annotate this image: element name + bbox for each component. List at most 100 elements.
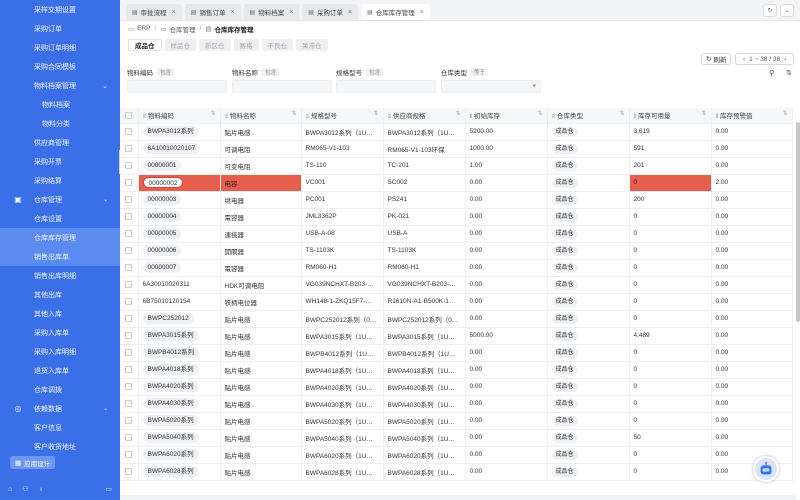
sidebar-item[interactable]: 物料档案 [0,95,120,114]
filter-input[interactable] [336,80,436,93]
sort-filter-icon[interactable]: ⇅ [455,110,460,117]
sidebar-item[interactable]: 采购结算 [0,171,120,190]
filter-operator-tag[interactable]: 包含 [366,68,384,76]
sidebar-item[interactable]: 采样交期设置 [0,0,120,19]
tab-item[interactable]: ▤ 销售订单 × [184,4,241,20]
sidebar-item[interactable]: 退货入库单 [0,361,120,380]
user-icon[interactable]: ⚇ [22,485,28,493]
table-row[interactable]: 00000002 电容 VC001 SC002 0.00 成品仓 0 2.00 [120,174,793,192]
row-checkbox[interactable] [125,246,133,254]
column-header[interactable]: ≡ 规格型号 ⇅ [301,108,384,124]
sidebar-item[interactable]: 其他出库 [0,285,120,304]
sort-filter-icon[interactable]: ⇅ [701,110,706,117]
app-design-button[interactable]: ▦ 应用设计 [10,456,56,469]
filter-input[interactable] [127,80,227,93]
material-code-pill[interactable]: BWPA4020系列 [142,381,199,392]
material-code-pill[interactable]: 00000002 [142,177,184,188]
table-row[interactable]: BWPA5020系列 贴片电感 BWPA5020系列（1U… BWPA5020系列（1… [120,412,793,430]
ai-assistant-button[interactable] [753,456,779,482]
table-row[interactable]: BWPB4012系列 贴片电感 BWPB4012系列（1U… BWPB4012系列（1… [120,344,793,362]
material-code-pill[interactable]: 00000007 [142,262,182,273]
sidebar-item[interactable]: 仓库调拨 [0,380,120,399]
table-row[interactable]: 6B75010120154 铁柄电位器 WH148-1-ZKQ15F7-… R1610… [120,293,793,311]
row-checkbox[interactable] [125,433,133,441]
sidebar-item[interactable]: 销售出库单 [0,247,120,266]
sort-icon[interactable]: ⇅ [786,69,792,77]
select-all-checkbox[interactable] [125,111,133,119]
material-code-pill[interactable]: 00000001 [142,160,182,171]
table-row[interactable]: BWPA4018系列 贴片电感 BWPA4018系列（1U… BWPA4018系列（1… [120,361,793,379]
table-row[interactable]: BWPA3015系列 贴片电感 BWPA3015系列（1U… BWPA3015系列（1… [120,327,793,345]
column-header[interactable]: ≡ 物料编码 ⇅ [138,108,221,124]
tab-item[interactable]: ▤ 仓库库存管理 × [361,4,430,20]
sidebar-item[interactable]: 仓库库存管理 [0,228,120,247]
warehouse-type-tab[interactable]: 成品仓 [128,38,162,51]
sidebar-item[interactable]: ▣ 仓库管理 ⌄ [0,190,120,209]
refresh-button[interactable]: ↻ 刷新 [701,53,732,65]
collapse-sidebar-icon[interactable]: ▭ [105,485,112,493]
row-checkbox[interactable] [125,399,133,407]
vertical-scrollbar[interactable] [796,122,800,322]
material-code-pill[interactable]: BWPC252012 [142,313,194,324]
row-checkbox[interactable] [125,467,133,475]
material-code-pill[interactable]: 6A10010020107 [142,143,201,154]
column-header[interactable]: ≡ 供应商规格 ⇅ [383,108,466,124]
column-header[interactable]: ‖ 初始库存 ⇅ [465,108,548,124]
row-checkbox[interactable] [125,195,133,203]
filter-operator-tag[interactable]: 等于 [471,68,489,76]
sidebar-item[interactable]: 采购入库单 [0,323,120,342]
material-code-pill[interactable]: 00000004 [142,211,182,222]
sidebar-item[interactable]: 采购开票 [0,152,120,171]
table-row[interactable]: BWPA3012系列 贴片电感 BWPA3012系列（1U… BWPA3012系列（1… [120,123,793,141]
column-header[interactable]: ≡ 物料名称 ⇅ [220,108,302,124]
row-checkbox[interactable] [125,365,133,373]
warehouse-type-tab[interactable]: 新区仓 [199,38,231,51]
table-row[interactable]: 6A10010020107 可调电阻 RM065-V1-103 RM065-V1-10… [120,140,793,158]
tab-item[interactable]: ▤ 采购订单 × [302,4,359,20]
row-checkbox[interactable] [125,297,133,305]
material-code-pill[interactable]: BWPA5020系列 [142,415,199,426]
next-page-button[interactable]: › [784,56,786,63]
material-code-pill[interactable]: BWPA6028系列 [142,466,199,477]
table-row[interactable]: 00000003 继电器 PC001 PS241 0.00 成品仓 200 0.00 [120,191,793,209]
row-checkbox[interactable] [125,263,133,271]
table-row[interactable]: BWPA5040系列 贴片电感 BWPA5040系列（1U… BWPA5040系列（1… [120,429,793,447]
filter-select[interactable] [441,80,541,93]
material-code-pill[interactable]: BWPA4030系列 [142,398,199,409]
breadcrumb-root[interactable]: ERP [137,25,150,32]
sidebar-item[interactable]: 销售出库明细 [0,266,120,285]
close-icon[interactable]: × [230,9,234,16]
table-row[interactable]: 6A30010020311 HDK可调电阻 VG039NCHXT-B203-… VG0… [120,276,793,294]
sidebar-item[interactable]: 物料分类 [0,114,120,133]
sidebar-item[interactable]: 其他入库 [0,304,120,323]
sidebar-item[interactable]: 供应商管理 [0,133,120,152]
reload-tab-button[interactable]: ↻ [763,4,777,17]
row-checkbox[interactable] [125,161,133,169]
row-checkbox[interactable] [125,212,133,220]
sidebar-item[interactable]: 采购入库明细 [0,342,120,361]
sidebar-item[interactable]: 采购合同模板 [0,57,120,76]
row-checkbox[interactable] [125,348,133,356]
table-row[interactable]: BWPA4030系列 贴片电感 BWPA4030系列（1U… BWPA4030系列（1… [120,395,793,413]
sidebar-item[interactable]: 客户信息 [0,418,120,437]
notification-icon[interactable]: ♁ [39,486,44,493]
close-icon[interactable]: × [172,9,176,16]
tab-item[interactable]: ▤ 物料档案 × [243,4,300,20]
close-icon[interactable]: × [420,9,424,16]
material-code-pill[interactable]: BWPA6020系列 [142,449,199,460]
row-checkbox[interactable] [125,144,133,152]
column-header[interactable]: ‖ 库存可用量 ⇅ [629,108,712,124]
sort-filter-icon[interactable]: ⇅ [291,110,296,117]
table-row[interactable]: 00000006 開關器 TS-1103K TS-1103K 0.00 成品仓 0 0.00 [120,242,793,260]
material-code-pill[interactable]: BWPA5040系列 [142,432,199,443]
home-icon[interactable]: ⌂ [8,486,12,493]
material-code-pill[interactable]: BWPB4012系列 [142,347,200,358]
row-checkbox[interactable] [125,280,133,288]
table-row[interactable]: BWPC252012 贴片电感 BWPC252012系列（0… BWPC252012系… [120,310,793,328]
row-checkbox[interactable] [125,382,133,390]
material-code-pill[interactable]: 00000005 [142,228,182,239]
sidebar-item[interactable]: 采购订单 [0,19,120,38]
sort-filter-icon[interactable]: ⇅ [619,110,624,117]
row-checkbox[interactable] [125,331,133,339]
row-checkbox[interactable] [125,127,133,135]
